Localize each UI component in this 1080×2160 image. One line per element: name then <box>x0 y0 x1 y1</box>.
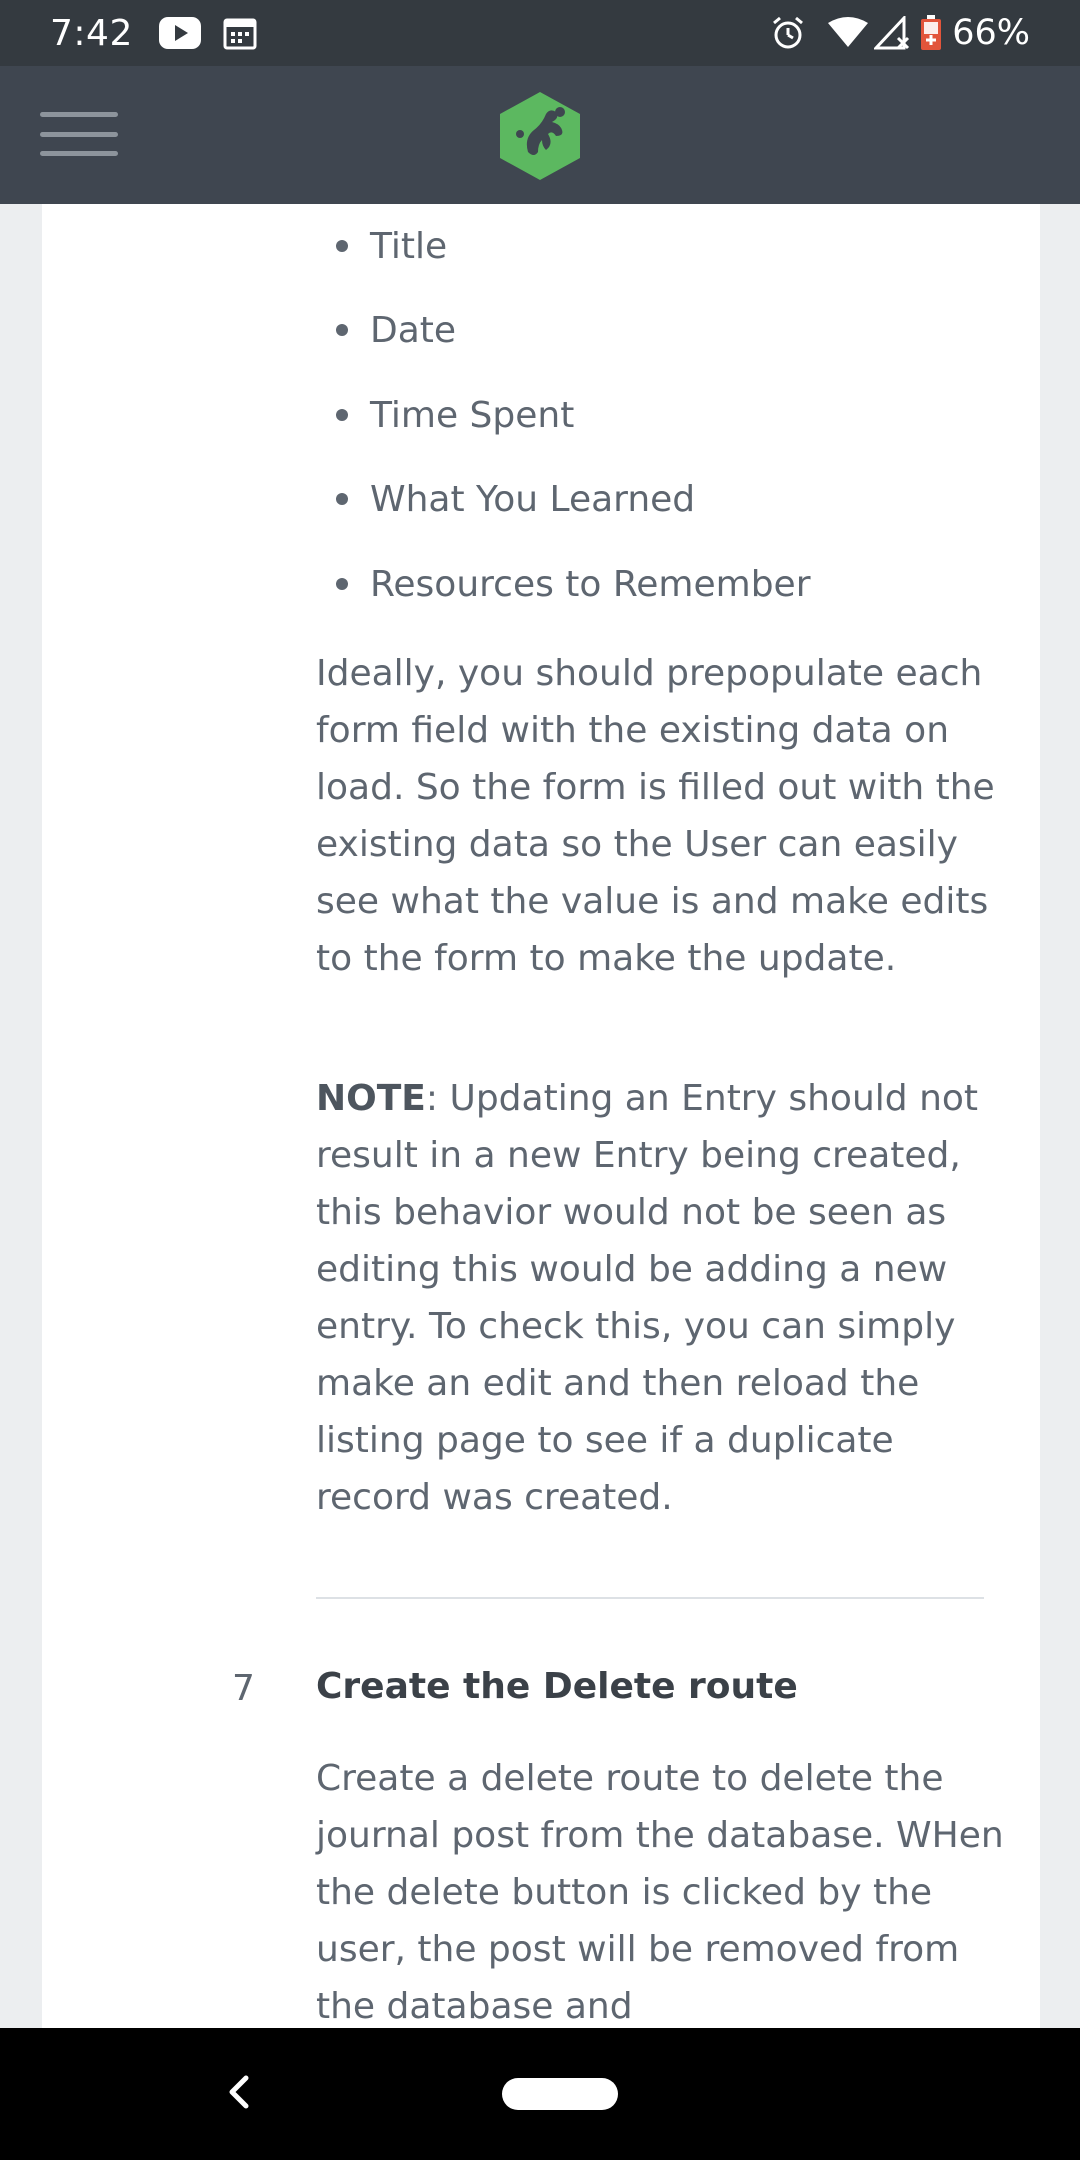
list-item: What You Learned <box>336 469 695 529</box>
app-header <box>0 66 1080 204</box>
status-bar: 7:42 66% <box>0 0 1080 66</box>
content-card: Title Date Time Spent What You Learned R… <box>42 204 1040 2028</box>
battery-icon <box>920 15 942 51</box>
step-description: Create a delete route to delete the jour… <box>316 1758 1004 2027</box>
divider <box>316 1597 984 1599</box>
note-text: : Updating an Entry should not result in… <box>316 1078 979 1518</box>
list-item: Resources to Remember <box>336 554 811 614</box>
battery-percent: 66% <box>952 13 1030 53</box>
step-title: Create the Delete route <box>316 1666 798 1707</box>
wifi-icon <box>828 17 869 49</box>
alarm-icon <box>770 15 806 51</box>
prepopulate-paragraph: Ideally, you should prepopulate each for… <box>316 653 995 979</box>
calendar-icon <box>223 16 257 50</box>
list-item: Title <box>336 216 447 276</box>
step-number: 7 <box>232 1668 255 1709</box>
note-paragraph: NOTE: Updating an Entry should not resul… <box>316 1070 1006 1526</box>
back-chevron-icon[interactable] <box>224 2072 254 2112</box>
note-label: NOTE <box>316 1078 426 1119</box>
youtube-icon <box>158 17 201 49</box>
list-item: Date <box>336 300 456 360</box>
status-time: 7:42 <box>50 12 133 54</box>
treehouse-logo-icon[interactable] <box>498 90 582 182</box>
list-item: Time Spent <box>336 385 574 445</box>
hamburger-menu-icon[interactable] <box>40 104 118 164</box>
status-left: 7:42 <box>50 13 279 54</box>
home-pill-icon[interactable] <box>502 2078 618 2110</box>
status-right: 66% <box>770 13 1030 53</box>
navigation-bar <box>0 2028 1080 2160</box>
signal-icon <box>874 16 910 50</box>
